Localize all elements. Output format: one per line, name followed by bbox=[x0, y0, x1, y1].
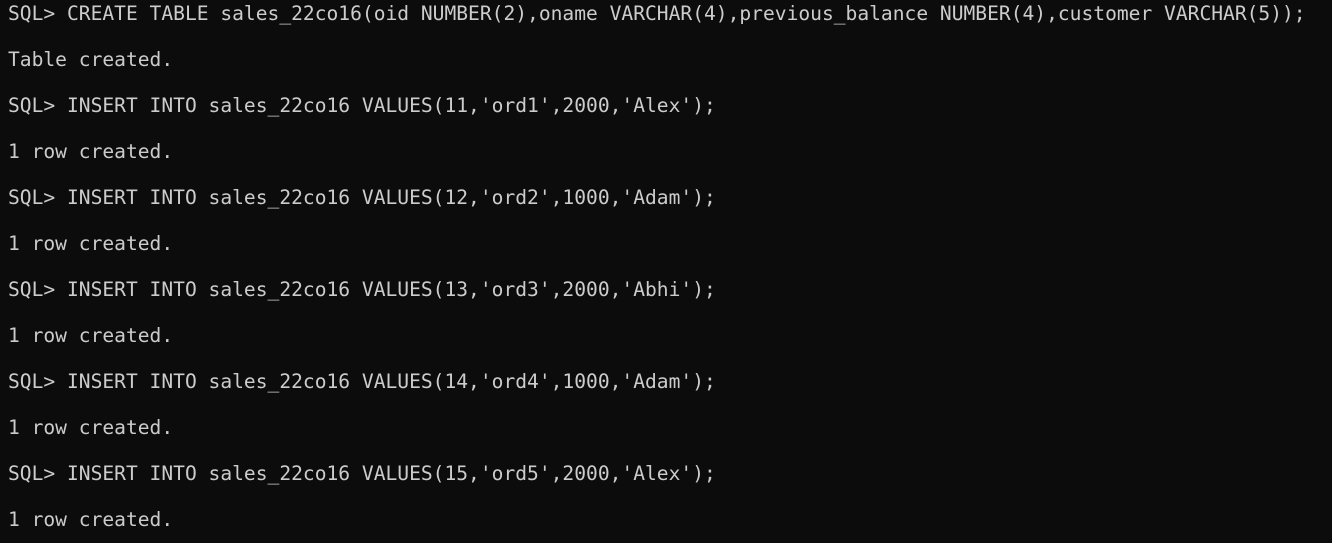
sql-output-line: 1 row created. bbox=[8, 508, 174, 531]
sql-command-line: SQL> INSERT INTO sales_22co16 VALUES(14,… bbox=[8, 370, 716, 393]
sql-command-line: SQL> INSERT INTO sales_22co16 VALUES(13,… bbox=[8, 278, 716, 301]
sql-command-line: SQL> INSERT INTO sales_22co16 VALUES(11,… bbox=[8, 94, 716, 117]
sql-command-line: SQL> CREATE TABLE sales_22co16(oid NUMBE… bbox=[8, 2, 1306, 25]
terminal-window[interactable]: SQL> CREATE TABLE sales_22co16(oid NUMBE… bbox=[0, 0, 1332, 543]
sql-output-line: Table created. bbox=[8, 48, 174, 71]
sql-output-line: 1 row created. bbox=[8, 232, 174, 255]
sql-output-line: 1 row created. bbox=[8, 140, 174, 163]
sql-output-line: 1 row created. bbox=[8, 324, 174, 347]
sql-output-line: 1 row created. bbox=[8, 416, 174, 439]
sql-command-line: SQL> INSERT INTO sales_22co16 VALUES(15,… bbox=[8, 462, 716, 485]
sql-command-line: SQL> INSERT INTO sales_22co16 VALUES(12,… bbox=[8, 186, 716, 209]
